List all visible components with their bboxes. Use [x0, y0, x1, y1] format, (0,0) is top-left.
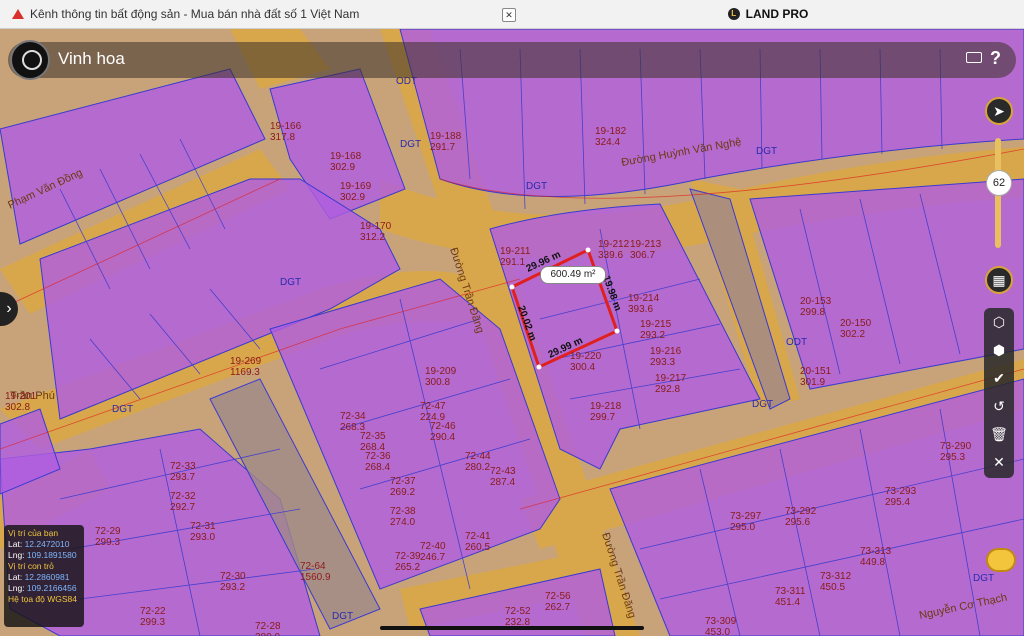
coordinate-info-box: Vị trí của bạn Lat: 12.2472010 Lng: 109.… [4, 525, 84, 627]
tab-label: LAND PRO [745, 7, 809, 21]
parcel-label: 72-36 268.4 [365, 451, 391, 473]
crs-label: Hệ tọa độ WGS84 [8, 594, 77, 604]
check-icon[interactable]: ✔ [984, 364, 1014, 392]
lat-label: Lat: [8, 539, 23, 549]
parcel-label: 19-269 1169.3 [230, 356, 262, 378]
parcel-label: 72-47 224.9 [420, 401, 446, 423]
search-input[interactable]: Vinh hoa [58, 49, 125, 69]
locate-arrow-icon[interactable]: ➤ [985, 97, 1013, 125]
parcel-label: 72-22 299.3 [140, 606, 166, 628]
batdongsan-logo-icon [12, 9, 24, 19]
parcel-label: 72-28280.0 [255, 621, 281, 636]
parcel-label: 72-34 268.3 [340, 411, 366, 433]
pointer-lng-value: 109.2166456 [26, 583, 77, 593]
landuse-label: DGT [332, 611, 353, 622]
search-bar[interactable] [8, 42, 1016, 78]
lng-label: Lng: [8, 550, 25, 560]
parcel-label: 72-39 265.2 [395, 551, 421, 573]
parcel-label: 72-43 287.4 [490, 466, 516, 488]
tool-panel: ⬡ ⬢ ✔ ↺ 🗑 ✕ [984, 308, 1014, 478]
landuse-label: DGT [400, 139, 421, 150]
lat-value: 12.2472010 [24, 539, 70, 549]
your-location-title: Vị trí của bạn [8, 528, 59, 538]
landuse-label: DGT [973, 573, 994, 584]
pointer-location-title: Vị trí con trỏ [8, 561, 54, 571]
home-indicator [380, 626, 644, 630]
parcel-label: 72-38 274.0 [390, 506, 416, 528]
lng-label: Lng: [8, 583, 25, 593]
keyboard-icon[interactable] [966, 52, 982, 63]
grid-icon[interactable]: ▦ [985, 266, 1013, 294]
parcel-label: 72-30 293.2 [220, 571, 246, 593]
chat-icon[interactable] [986, 548, 1016, 572]
tab-bar: Kênh thông tin bất động sản - Mua bán nh… [0, 0, 1024, 29]
landuse-label: DGT [526, 181, 547, 192]
landpro-logo-icon: L [727, 8, 740, 20]
parcel-label: 72-44 280.2 [465, 451, 491, 473]
parcel-label: 72-33 293.7 [170, 461, 196, 483]
lat-label: Lat: [8, 572, 23, 582]
tab-landpro[interactable]: L LAND PRO [512, 0, 1024, 28]
polygon-tool-icon[interactable]: ⬡ [984, 308, 1014, 336]
parcel-label: 72-29 299.3 [95, 526, 121, 548]
parcel-label: 72-41 260.5 [465, 531, 491, 553]
globe-logo-icon[interactable] [10, 40, 50, 80]
tab-batdongsan[interactable]: Kênh thông tin bất động sản - Mua bán nh… [0, 0, 516, 28]
landuse-label: DGT [752, 399, 773, 410]
hexagon-icon[interactable]: ⬢ [984, 336, 1014, 364]
landuse-label: DGT [112, 404, 133, 415]
tab-label: Kênh thông tin bất động sản - Mua bán nh… [30, 7, 360, 21]
help-icon[interactable]: ? [990, 48, 1001, 69]
zoom-level[interactable]: 62 [986, 170, 1012, 196]
parcel-label: 72-32 292.7 [170, 491, 196, 513]
close-icon[interactable]: ✕ [984, 448, 1014, 476]
landuse-label: ODT [786, 337, 807, 348]
pointer-lat-value: 12.2860981 [24, 572, 70, 582]
area-measurement-label: 600.49 m² [540, 266, 606, 284]
parcel-label: 72-56 262.7 [545, 591, 571, 613]
cadastral-map[interactable]: Đường Trần Đăng Đường Huỳnh Văn Nghệ Phạ… [0, 29, 1024, 636]
parcel-label: 72-35 268.4 [360, 431, 386, 453]
landuse-label: DGT [756, 146, 777, 157]
trash-icon[interactable]: 🗑 [984, 420, 1014, 448]
parcel-label: 72-31 293.0 [190, 521, 216, 543]
lng-value: 109.1891580 [26, 550, 77, 560]
parcel-label: 72-46 290.4 [430, 421, 456, 443]
landuse-label: DGT [280, 277, 301, 288]
undo-icon[interactable]: ↺ [984, 392, 1014, 420]
parcel-label: 72-52 232.8 [505, 606, 531, 628]
parcel-label: 72-37 269.2 [390, 476, 416, 498]
parcel-label: 72-40 246.7 [420, 541, 446, 563]
